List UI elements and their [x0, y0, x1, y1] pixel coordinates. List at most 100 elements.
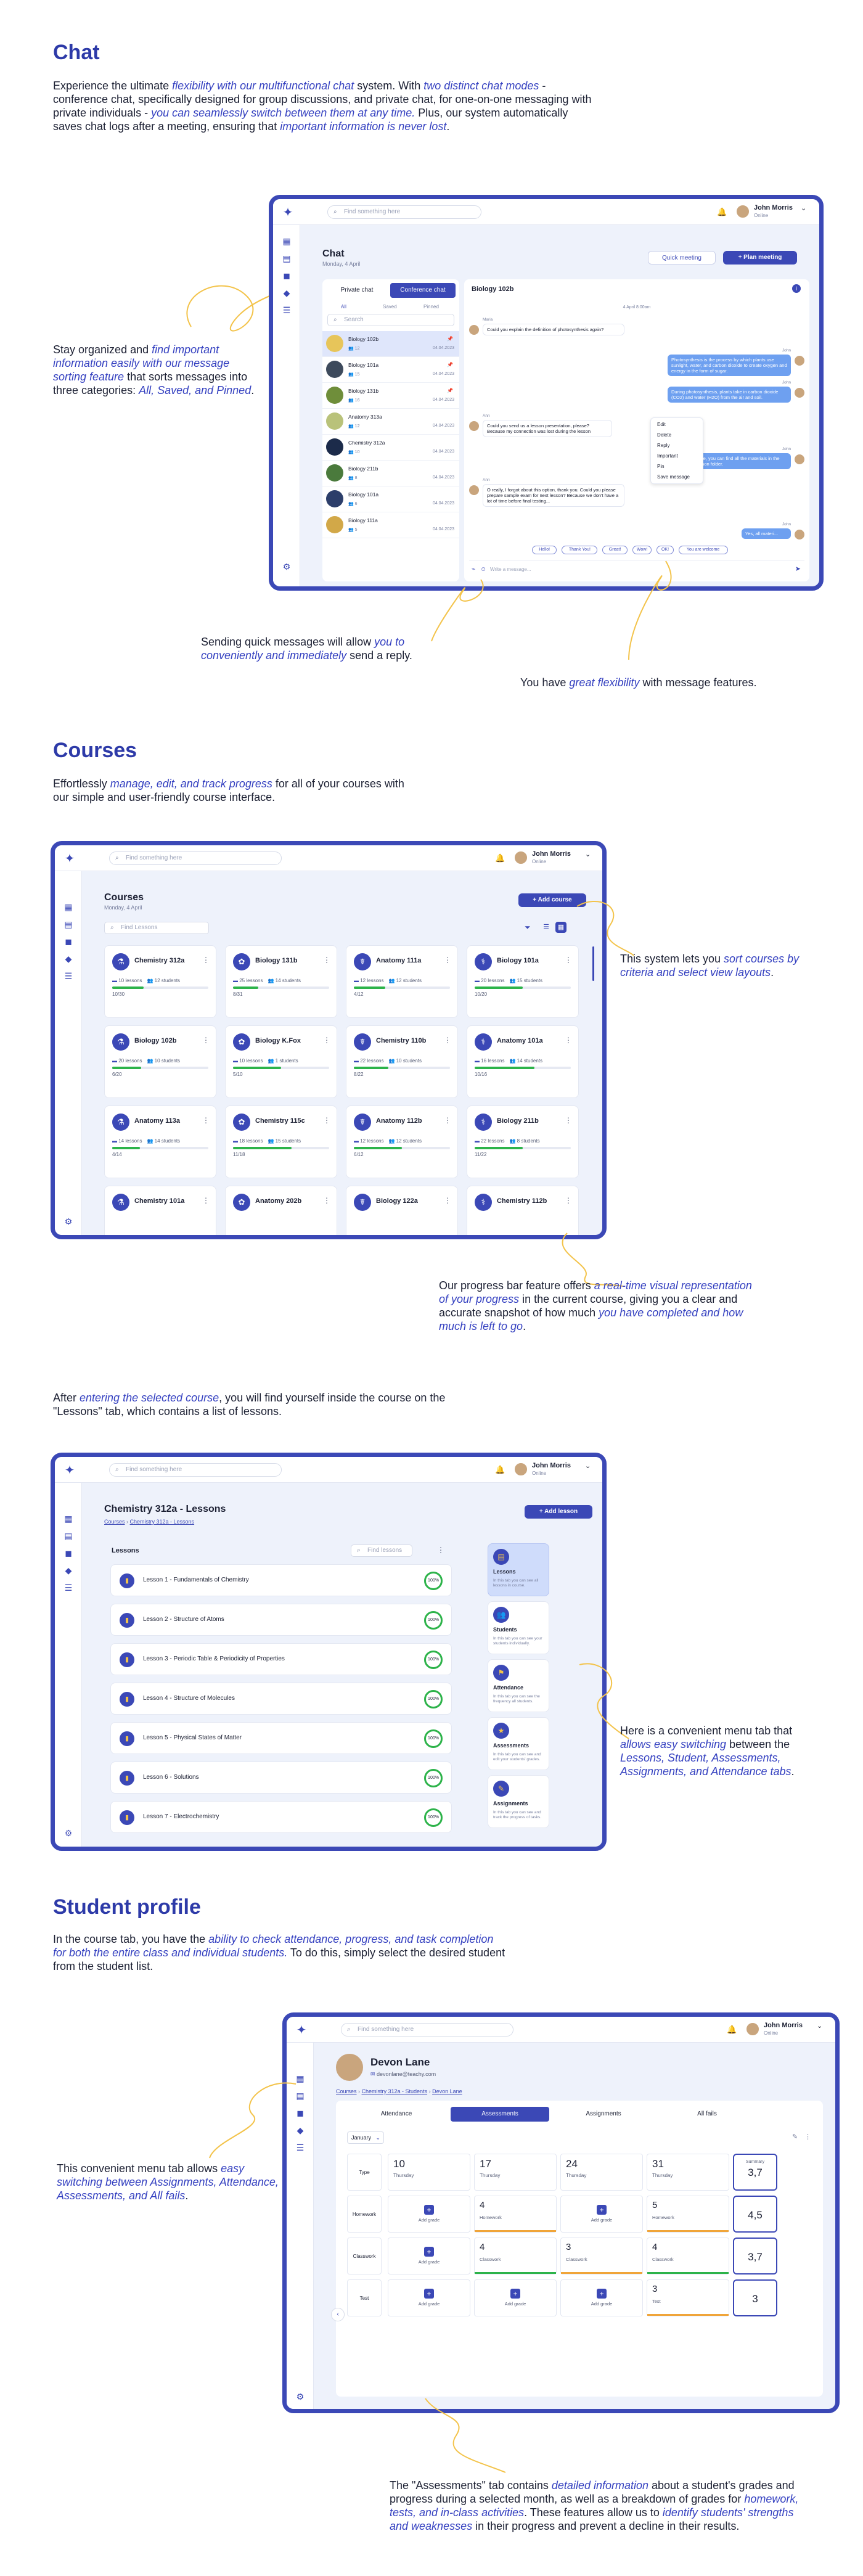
add-icon[interactable]: +	[424, 2247, 434, 2257]
filter-icon[interactable]: ⏷	[525, 923, 531, 932]
more-icon[interactable]: ⋮	[804, 2133, 811, 2141]
add-lesson-button[interactable]: + Add lesson	[525, 1505, 592, 1519]
tab-assignments[interactable]: Assignments	[554, 2107, 653, 2122]
add-icon[interactable]: +	[597, 2289, 607, 2299]
outgoing-message[interactable]: Yes, all materi...	[742, 528, 791, 539]
courses-icon[interactable]: ◆	[63, 1565, 74, 1575]
filter-all[interactable]: All	[341, 304, 346, 310]
emoji-icon[interactable]: ☺	[480, 566, 486, 573]
context-menu-item[interactable]: Save message	[657, 474, 690, 480]
add-icon[interactable]: +	[597, 2205, 607, 2215]
more-icon[interactable]: ⋮	[202, 1036, 210, 1044]
avatar[interactable]	[745, 2022, 760, 2037]
outgoing-message[interactable]: During photosynthesis, plants take in ca…	[668, 387, 791, 403]
tab-assessments[interactable]: Assessments	[451, 2107, 549, 2122]
more-icon[interactable]: ⋮	[565, 1116, 572, 1125]
more-icon[interactable]: ⋮	[444, 1116, 451, 1125]
menu-tab-students[interactable]: 👥 Students In this tab you can see your st…	[488, 1601, 549, 1654]
add-icon[interactable]: +	[510, 2289, 520, 2299]
add-grade-cell[interactable]: + Add grade	[474, 2279, 557, 2316]
chevron-down-icon[interactable]: ⌄	[585, 1462, 591, 1470]
quick-reply-chip[interactable]: You are welcome	[678, 546, 728, 554]
quick-reply-chip[interactable]: Thank You!	[562, 546, 598, 554]
more-icon[interactable]: ⋮	[323, 1036, 330, 1044]
calendar-icon[interactable]: ▤	[63, 1531, 74, 1541]
context-menu-item[interactable]: Reply	[657, 443, 669, 448]
calendar-icon[interactable]: ▤	[63, 919, 74, 929]
avatar[interactable]	[513, 850, 528, 865]
filter-saved[interactable]: Saved	[383, 304, 397, 310]
lesson-row[interactable]: ▮ Lesson 3 - Periodic Table & Periodicity…	[110, 1643, 452, 1675]
chevron-down-icon[interactable]: ⌄	[801, 204, 806, 212]
outgoing-message[interactable]: Photosynthesis is the process by which p…	[668, 355, 791, 376]
chat-search-input[interactable]: ⌕ Search	[327, 314, 454, 326]
chat-list-item[interactable]: Biology 102b 👥 12 04.04.2023 📌	[322, 331, 459, 357]
lesson-row[interactable]: ▮ Lesson 2 - Structure of Atoms 100%	[110, 1604, 452, 1636]
chat-icon[interactable]: ◼	[63, 937, 74, 946]
course-card[interactable]: ✿ Biology K.Fox ⋮ ▬ 10 lessons 👥 1 students 5…	[225, 1025, 337, 1098]
course-card[interactable]: ⚗ Biology 102b ⋮ ▬ 20 lessons 👥 10 students 6…	[104, 1025, 216, 1098]
library-icon[interactable]: ☰	[63, 1583, 74, 1593]
tab-all-fails[interactable]: All fails	[658, 2107, 756, 2122]
context-menu-item[interactable]: Delete	[657, 432, 671, 438]
library-icon[interactable]: ☰	[281, 305, 292, 315]
breadcrumb-students[interactable]: Chemistry 312a - Students	[362, 2088, 428, 2094]
more-icon[interactable]: ⋮	[565, 956, 572, 964]
bell-icon[interactable]: 🔔	[717, 207, 727, 217]
dashboard-icon[interactable]: ▦	[63, 902, 74, 912]
add-grade-cell[interactable]: + Add grade	[388, 2238, 470, 2275]
dashboard-icon[interactable]: ▦	[281, 236, 292, 246]
search-input[interactable]: ⌕ Find something here	[109, 1463, 282, 1477]
add-icon[interactable]: +	[424, 2289, 434, 2299]
course-card[interactable]: ☤ Anatomy 112b ⋮ ▬ 12 lessons 👥 12 students 6…	[346, 1105, 458, 1178]
course-card[interactable]: ⚕ Biology 101a ⋮ ▬ 20 lessons 👥 15 students 1…	[467, 945, 579, 1018]
month-select[interactable]: January ⌄	[347, 2131, 384, 2144]
courses-icon[interactable]: ◆	[63, 954, 74, 964]
library-icon[interactable]: ☰	[63, 971, 74, 981]
lesson-row[interactable]: ▮ Lesson 7 - Electrochemistry 100%	[110, 1801, 452, 1833]
course-card[interactable]: ☤ Biology 122a ⋮	[346, 1186, 458, 1235]
lesson-row[interactable]: ▮ Lesson 6 - Solutions 100%	[110, 1762, 452, 1794]
settings-icon[interactable]: ⚙	[63, 1828, 74, 1838]
grade-cell[interactable]: 4 Homework	[474, 2196, 557, 2233]
outgoing-message[interactable]: Sure, you can find all the materials in …	[692, 453, 791, 469]
course-card[interactable]: ✿ Chemistry 115c ⋮ ▬ 18 lessons 👥 15 student…	[225, 1105, 337, 1178]
search-input[interactable]: ⌕ Find something here	[109, 851, 282, 865]
send-icon[interactable]: ➤	[795, 565, 801, 573]
back-arrow-icon[interactable]: ‹	[331, 2308, 345, 2321]
chevron-down-icon[interactable]: ⌄	[817, 2022, 822, 2030]
tab-private-chat[interactable]: Private chat	[326, 283, 388, 298]
attach-icon[interactable]: ⌁	[472, 566, 475, 573]
breadcrumb-courses[interactable]: Courses	[336, 2088, 357, 2094]
courses-icon[interactable]: ◆	[281, 288, 292, 298]
chat-list-item[interactable]: Biology 101a 👥 6 04.04.2023	[322, 486, 459, 512]
chat-list-item[interactable]: Chemistry 312a 👥 10 04.04.2023	[322, 435, 459, 461]
more-icon[interactable]: ⋮	[444, 1036, 451, 1044]
more-icon[interactable]: ⋮	[444, 956, 451, 964]
grade-cell[interactable]: 4 Classwork	[647, 2238, 729, 2275]
bell-icon[interactable]: 🔔	[495, 1465, 505, 1475]
incoming-message[interactable]: Could you send us a lesson presentation,…	[483, 420, 612, 437]
more-icon[interactable]: ⋮	[202, 1116, 210, 1125]
lesson-row[interactable]: ▮ Lesson 4 - Structure of Molecules 100%	[110, 1683, 452, 1715]
grade-cell[interactable]: 4 Classwork	[474, 2238, 557, 2275]
add-grade-cell[interactable]: + Add grade	[560, 2196, 643, 2233]
more-icon[interactable]: ⋮	[323, 1196, 330, 1205]
avatar[interactable]	[513, 1462, 528, 1477]
tab-attendance[interactable]: Attendance	[347, 2107, 446, 2122]
filter-pinned[interactable]: Pinned	[423, 304, 439, 310]
pin-icon[interactable]: 📌	[447, 388, 453, 393]
tab-conference-chat[interactable]: Conference chat	[390, 283, 456, 298]
menu-tab-assessments[interactable]: ★ Assessments In this tab you can see and …	[488, 1717, 549, 1770]
grade-cell[interactable]: 3 Classwork	[560, 2238, 643, 2275]
menu-tab-lessons[interactable]: ▤ Lessons In this tab you can see all less…	[488, 1543, 549, 1596]
dashboard-icon[interactable]: ▦	[63, 1514, 74, 1524]
context-menu-item[interactable]: Edit	[657, 422, 666, 427]
add-grade-cell[interactable]: + Add grade	[560, 2279, 643, 2316]
more-icon[interactable]: ⋮	[444, 1196, 451, 1205]
menu-tab-assignments[interactable]: ✎ Assignments In this tab you can see and …	[488, 1775, 549, 1828]
course-card[interactable]: ⚗ Anatomy 113a ⋮ ▬ 14 lessons 👥 14 students 4…	[104, 1105, 216, 1178]
course-card[interactable]: ✿ Biology 131b ⋮ ▬ 25 lessons 👥 14 students 8…	[225, 945, 337, 1018]
breadcrumb-courses[interactable]: Courses	[104, 1519, 125, 1525]
more-icon[interactable]: ⋮	[437, 1546, 444, 1554]
